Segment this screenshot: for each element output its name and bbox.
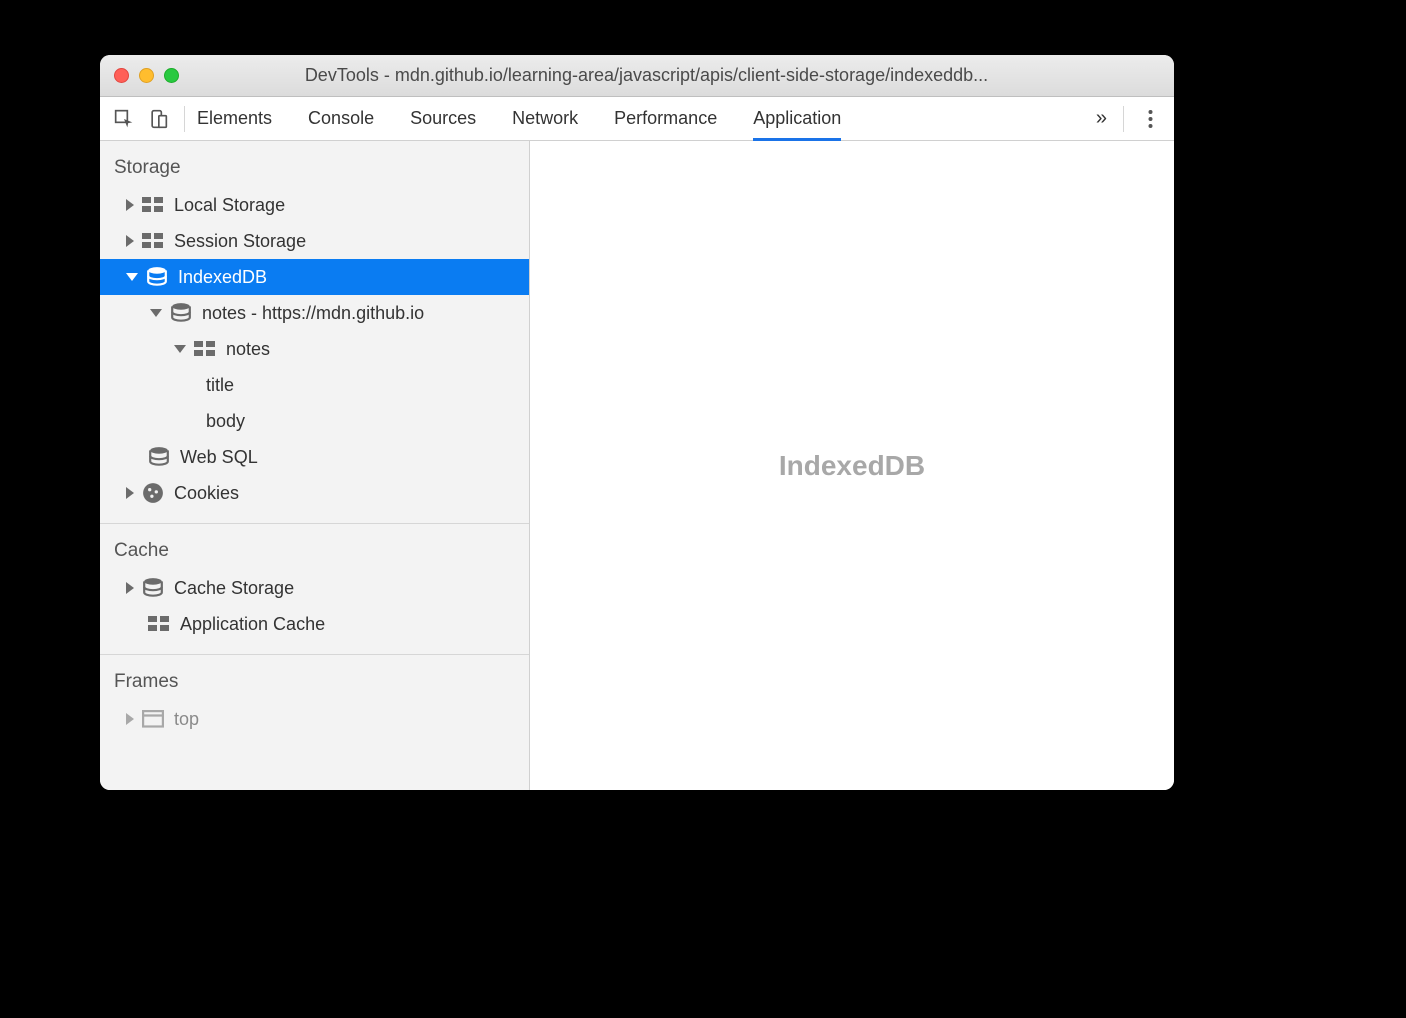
expand-arrow-icon	[126, 199, 134, 211]
tabstrip-separator	[184, 106, 185, 132]
device-toolbar-button[interactable]	[144, 105, 172, 133]
main-placeholder-text: IndexedDB	[779, 450, 925, 482]
tab-network[interactable]: Network	[512, 97, 578, 140]
tabs-overflow-button[interactable]: »	[1086, 107, 1117, 130]
grid-icon	[142, 196, 164, 214]
tree-label: title	[206, 375, 234, 396]
grid-icon	[148, 615, 170, 633]
tree-object-store[interactable]: notes	[100, 331, 529, 367]
window-title: DevTools - mdn.github.io/learning-area/j…	[133, 65, 1160, 86]
collapse-arrow-icon	[174, 345, 186, 353]
tree-label: notes - https://mdn.github.io	[202, 303, 424, 324]
expand-arrow-icon	[126, 713, 134, 725]
collapse-arrow-icon	[126, 273, 138, 281]
tree-label: Application Cache	[180, 614, 325, 635]
close-window-button[interactable]	[114, 68, 129, 83]
section-cache-header: Cache	[100, 524, 529, 570]
section-frames-header: Frames	[100, 655, 529, 701]
tab-performance[interactable]: Performance	[614, 97, 717, 140]
database-icon	[148, 448, 170, 466]
devtools-tabs: Elements Console Sources Network Perform…	[197, 97, 1086, 140]
section-storage-header: Storage	[100, 141, 529, 187]
database-icon	[142, 579, 164, 597]
tree-label: Cache Storage	[174, 578, 294, 599]
devtools-window: DevTools - mdn.github.io/learning-area/j…	[100, 55, 1174, 790]
device-icon	[148, 109, 168, 129]
tab-sources[interactable]: Sources	[410, 97, 476, 140]
tab-application[interactable]: Application	[753, 97, 841, 140]
devtools-tabstrip: Elements Console Sources Network Perform…	[100, 97, 1174, 141]
tree-websql[interactable]: Web SQL	[100, 439, 529, 475]
devtools-body: Storage Local Storage Session Storage	[100, 141, 1174, 790]
expand-arrow-icon	[126, 582, 134, 594]
tree-label: top	[174, 709, 199, 730]
tree-application-cache[interactable]: Application Cache	[100, 606, 529, 642]
grid-icon	[194, 340, 216, 358]
devtools-menu-button[interactable]	[1136, 109, 1164, 129]
grid-icon	[142, 232, 164, 250]
application-main-panel: IndexedDB	[530, 141, 1174, 790]
tree-frame-top[interactable]: top	[100, 701, 529, 737]
expand-arrow-icon	[126, 487, 134, 499]
tree-label: Session Storage	[174, 231, 306, 252]
inspect-icon	[114, 109, 134, 129]
tree-cache-storage[interactable]: Cache Storage	[100, 570, 529, 606]
tree-label: IndexedDB	[178, 267, 267, 288]
tree-label: body	[206, 411, 245, 432]
tree-label: Web SQL	[180, 447, 258, 468]
tab-elements[interactable]: Elements	[197, 97, 272, 140]
tree-cookies[interactable]: Cookies	[100, 475, 529, 511]
tree-label: Local Storage	[174, 195, 285, 216]
application-sidebar: Storage Local Storage Session Storage	[100, 141, 530, 790]
inspect-element-button[interactable]	[110, 105, 138, 133]
database-icon	[146, 268, 168, 286]
frame-icon	[142, 710, 164, 728]
expand-arrow-icon	[126, 235, 134, 247]
kebab-icon	[1148, 109, 1153, 129]
tree-index-title[interactable]: title	[100, 367, 529, 403]
tree-indexeddb-database[interactable]: notes - https://mdn.github.io	[100, 295, 529, 331]
tree-indexeddb[interactable]: IndexedDB	[100, 259, 529, 295]
cookie-icon	[142, 484, 164, 502]
tree-index-body[interactable]: body	[100, 403, 529, 439]
tab-console[interactable]: Console	[308, 97, 374, 140]
tabstrip-separator-2	[1123, 106, 1124, 132]
collapse-arrow-icon	[150, 309, 162, 317]
tree-local-storage[interactable]: Local Storage	[100, 187, 529, 223]
tree-label: Cookies	[174, 483, 239, 504]
tree-label: notes	[226, 339, 270, 360]
tree-session-storage[interactable]: Session Storage	[100, 223, 529, 259]
database-icon	[170, 304, 192, 322]
window-titlebar: DevTools - mdn.github.io/learning-area/j…	[100, 55, 1174, 97]
